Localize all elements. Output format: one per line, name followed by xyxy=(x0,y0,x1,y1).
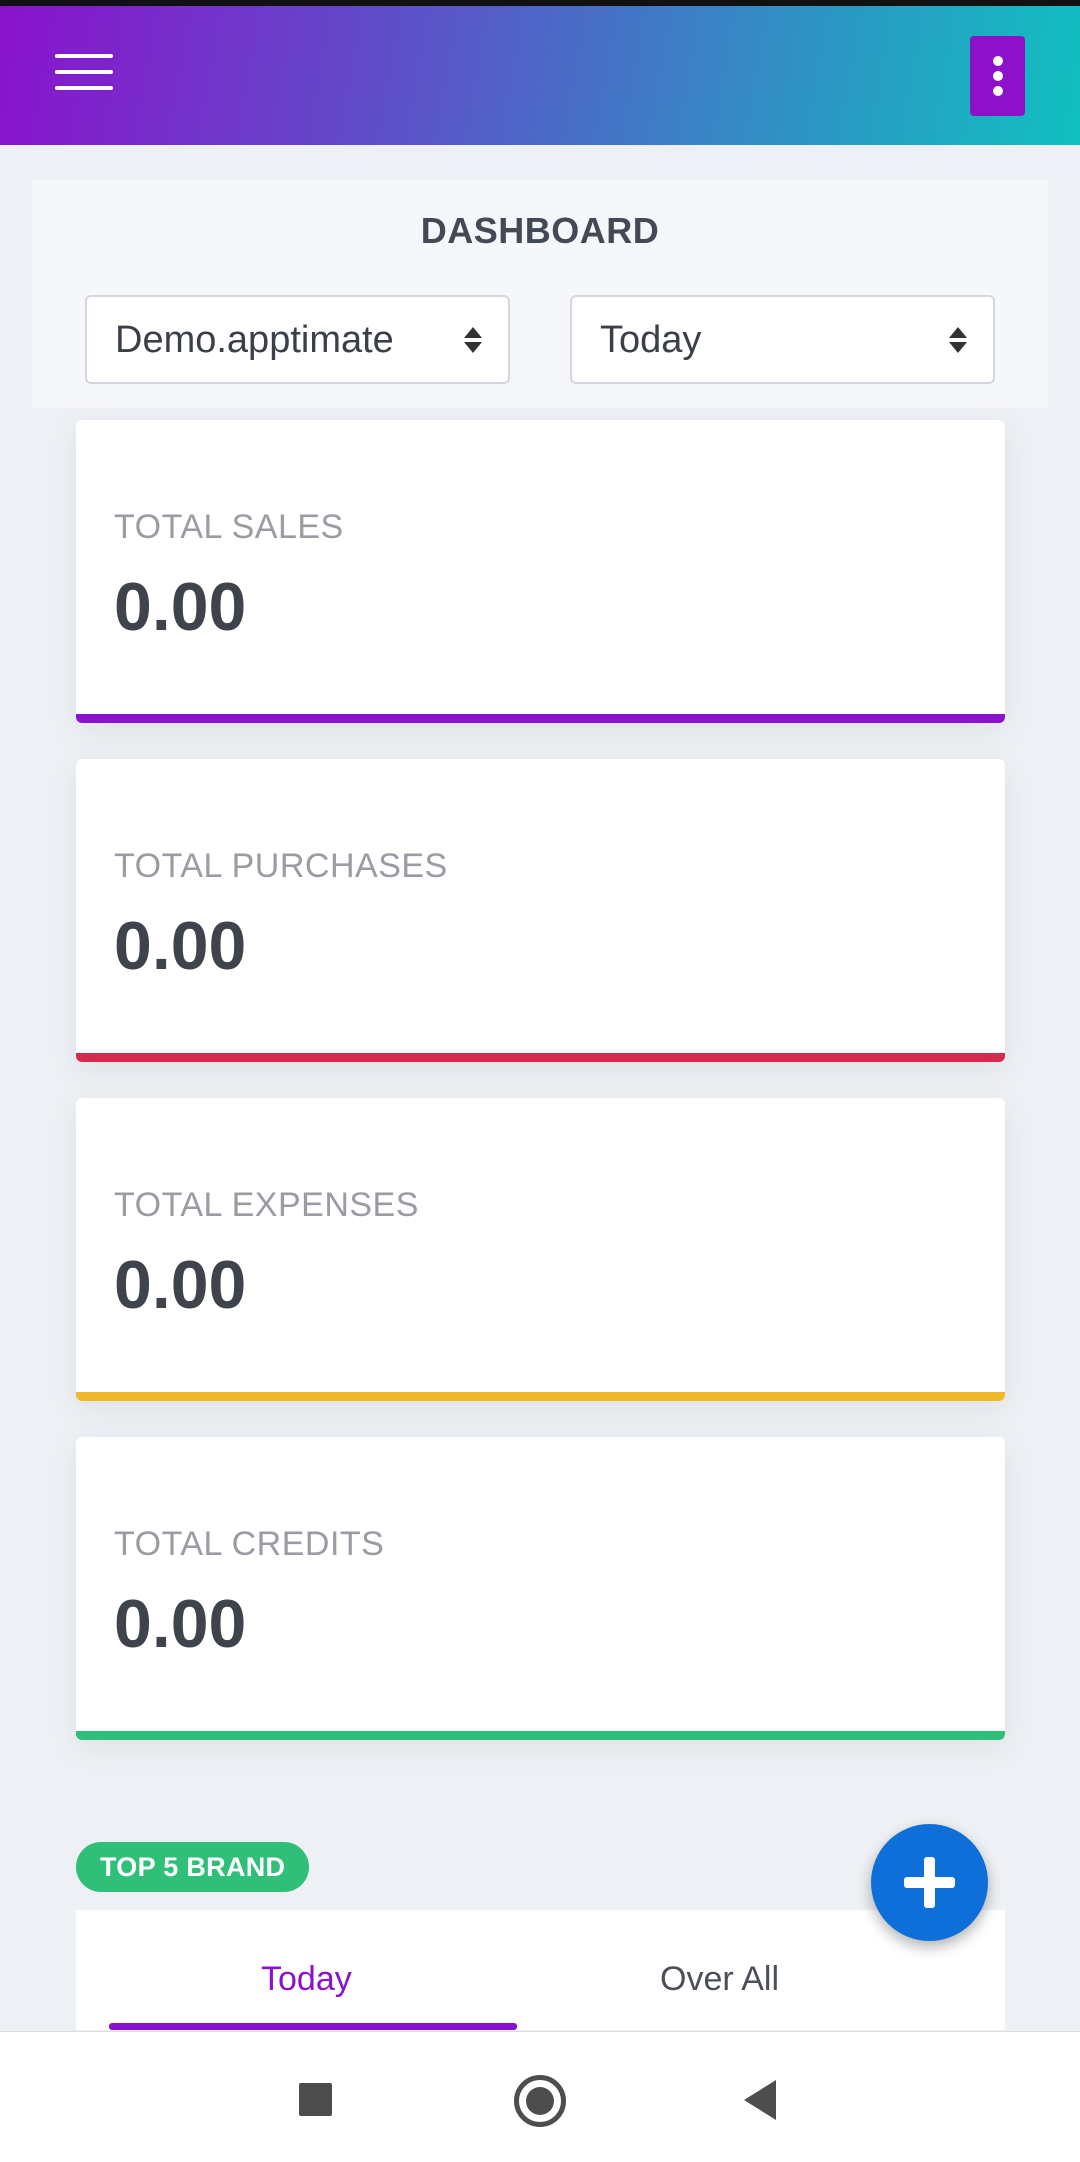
top-brand-badge: TOP 5 BRAND xyxy=(76,1842,310,1892)
company-select[interactable]: Demo.apptimate xyxy=(85,295,510,384)
company-select-value: Demo.apptimate xyxy=(115,319,394,361)
stat-value: 0.00 xyxy=(114,1247,247,1323)
stat-accent-bar xyxy=(76,1731,1005,1740)
stat-value: 0.00 xyxy=(114,1586,247,1662)
more-vertical-icon[interactable] xyxy=(970,36,1025,116)
stat-label: TOTAL PURCHASES xyxy=(114,847,448,885)
period-select[interactable]: Today xyxy=(570,295,995,384)
system-nav-bar xyxy=(0,2031,1080,2162)
stat-value: 0.00 xyxy=(114,569,247,645)
stat-card-total-credits[interactable]: TOTAL CREDITS 0.00 xyxy=(76,1437,1005,1740)
hamburger-menu-icon[interactable] xyxy=(55,54,113,94)
tab-over-all[interactable]: Over All xyxy=(660,1960,779,1999)
stat-label: TOTAL EXPENSES xyxy=(114,1186,419,1224)
page-title: DASHBOARD xyxy=(420,210,660,251)
tab-today[interactable]: Today xyxy=(261,1960,352,1999)
dashboard-header: DASHBOARD Demo.apptimate Today xyxy=(32,180,1048,408)
stat-value: 0.00 xyxy=(114,908,247,984)
stat-label: TOTAL CREDITS xyxy=(114,1525,385,1563)
stat-label: TOTAL SALES xyxy=(114,508,344,546)
app-bar xyxy=(0,6,1080,145)
stat-accent-bar xyxy=(76,714,1005,723)
period-select-value: Today xyxy=(600,319,702,361)
stat-card-total-purchases[interactable]: TOTAL PURCHASES 0.00 xyxy=(76,759,1005,1062)
stat-accent-bar xyxy=(76,1392,1005,1401)
add-button[interactable] xyxy=(871,1824,988,1941)
recent-apps-icon[interactable] xyxy=(299,2083,332,2116)
select-arrows-icon xyxy=(949,327,967,355)
top-brand-tabs: Today Over All xyxy=(76,1910,1005,2030)
active-tab-indicator xyxy=(109,2023,517,2030)
stat-card-total-expenses[interactable]: TOTAL EXPENSES 0.00 xyxy=(76,1098,1005,1401)
back-icon[interactable] xyxy=(744,2080,776,2120)
home-icon[interactable] xyxy=(514,2075,566,2127)
stat-accent-bar xyxy=(76,1053,1005,1062)
stat-card-total-sales[interactable]: TOTAL SALES 0.00 xyxy=(76,420,1005,723)
select-arrows-icon xyxy=(464,327,482,355)
